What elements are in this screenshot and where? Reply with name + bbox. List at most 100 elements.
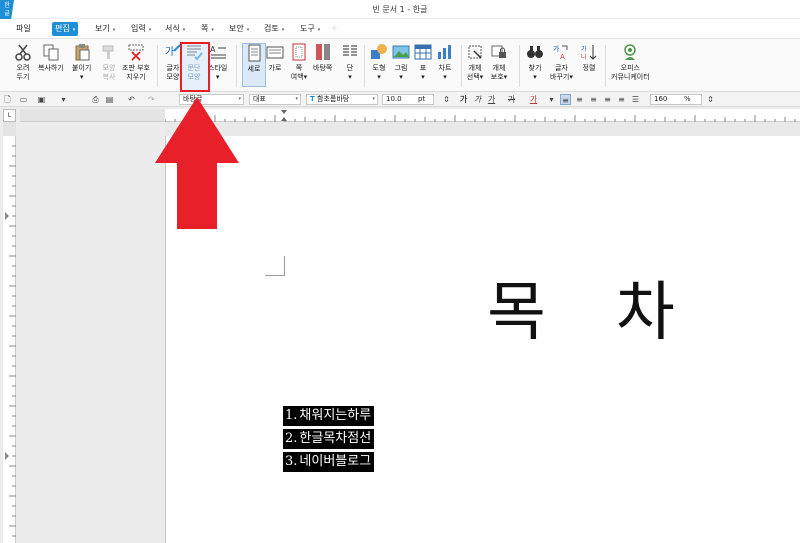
zoom-stepper[interactable]: ⇕ — [705, 94, 716, 105]
chart-icon — [436, 43, 454, 61]
language-select[interactable]: 대표 ▾ — [249, 94, 301, 105]
copy-button[interactable]: 복사하기 — [38, 43, 64, 73]
scissors-icon — [14, 43, 32, 61]
page-margin-icon — [290, 43, 308, 61]
vertical-page-button[interactable]: 세로 — [242, 43, 266, 87]
page-top-gap — [165, 122, 800, 136]
heading-char-1: 목 — [487, 276, 546, 350]
save-dropdown-icon[interactable]: ▾ — [58, 94, 69, 105]
menu-edit[interactable]: 편집 ▾ — [52, 22, 79, 36]
object-select-button[interactable]: 개체 선택▾ — [466, 43, 484, 82]
table-icon — [414, 43, 432, 61]
cut-button[interactable]: 오려 두기 — [14, 43, 32, 82]
font-size-input[interactable]: 10.0 pt — [382, 94, 434, 105]
menu-format[interactable]: 서식 ▾ — [162, 22, 188, 36]
red-arrow-annotation — [155, 97, 239, 229]
copy-icon — [42, 43, 60, 61]
ribbon-separator — [519, 45, 520, 87]
format-toolbar: 🗋 ▭ ▣ ▾ ⎙ ▤ ↶ ↷ 바탕글 ▾ 대표 ▾ T 함초롬바탕 ▾ 10.0 pt… — [0, 92, 800, 107]
horizontal-ruler[interactable] — [164, 109, 800, 122]
italic-button[interactable]: 가 — [472, 94, 483, 105]
strike-button[interactable]: 가 — [506, 94, 517, 105]
chart-button[interactable]: 차트 ▾ — [436, 43, 454, 82]
font-select[interactable]: T 함초롬바탕 ▾ — [306, 94, 378, 105]
svg-text:나: 나 — [581, 53, 587, 61]
align-left-icon[interactable]: ≡ — [574, 94, 585, 105]
print-icon[interactable]: ⎙ — [90, 94, 101, 105]
save-icon[interactable]: ▣ — [36, 94, 47, 105]
office-communicator-button[interactable]: 오피스 커뮤니케이터 — [611, 43, 650, 82]
menu-security[interactable]: 보안 ▾ — [226, 22, 252, 36]
style-icon: A — [209, 43, 227, 61]
columns-button[interactable]: 단 ▾ — [341, 43, 359, 82]
vertical-ruler-margin — [3, 122, 16, 136]
menu-view[interactable]: 보기 ▾ — [92, 22, 118, 36]
format-brush-icon — [100, 43, 118, 61]
line-spacing-icon[interactable]: ☰ — [630, 94, 641, 105]
object-select-icon — [466, 43, 484, 61]
master-page-button[interactable]: 바탕쪽 — [313, 43, 332, 73]
new-doc-icon[interactable]: 🗋 — [2, 94, 13, 105]
master-page-icon — [314, 43, 332, 61]
list-item[interactable]: 1. 채워지는하루 — [283, 406, 375, 429]
binoculars-icon — [526, 43, 544, 61]
picture-button[interactable]: 그림 ▾ — [392, 43, 410, 82]
menu-page[interactable]: 쪽 ▾ — [198, 22, 217, 36]
portrait-page-icon — [245, 44, 263, 62]
paste-button[interactable]: 붙이기 ▾ — [72, 43, 91, 82]
find-button[interactable]: 찾기 ▾ — [526, 43, 544, 82]
sort-button[interactable]: 가나 정렬 — [580, 43, 598, 73]
svg-text:가: 가 — [165, 46, 174, 58]
underline-button[interactable]: 가 — [486, 94, 497, 105]
format-copy-button[interactable]: 모양 복사 — [100, 43, 118, 82]
ribbon-toolbar: 오려두기 복사하기 붙이기▾ 모양복사 조판 부호지우기 가 글자모양 문단모양… — [0, 39, 800, 92]
vertical-ruler[interactable] — [3, 136, 16, 543]
document-page[interactable] — [165, 136, 800, 543]
ruler-tab-selector[interactable]: L — [3, 109, 16, 122]
menu-bar: 파일 편집 ▾ 보기 ▾ 입력 ▾ 서식 ▾ 쪽 ▾ 보안 ▾ 검토 ▾ 도구 ▾ ✧ — [0, 19, 800, 39]
highlight-color-icon[interactable]: ▾ — [546, 94, 557, 105]
replace-icon: 가A — [552, 43, 570, 61]
toc-list[interactable]: 1. 채워지는하루 2. 한글목차점선 3. 네이버블로그 — [283, 406, 375, 475]
table-button[interactable]: 표 ▾ — [414, 43, 432, 82]
clear-format-icon — [127, 43, 145, 61]
list-item[interactable]: 3. 네이버블로그 — [283, 452, 375, 475]
menu-tools[interactable]: 도구 ▾ — [297, 22, 323, 36]
shape-button[interactable]: 도형 ▾ — [370, 43, 388, 82]
picture-icon — [392, 43, 410, 61]
replace-char-button[interactable]: 가A 글자 바꾸기▾ — [550, 43, 573, 82]
style-button[interactable]: A 스타일 ▾ — [208, 43, 227, 82]
font-size-stepper[interactable]: ⇕ — [441, 94, 452, 105]
align-justify-icon[interactable]: ≡ — [560, 94, 571, 105]
title-bar: 한글 빈 문서 1 - 한글 — [0, 0, 800, 19]
shapes-icon — [370, 43, 388, 61]
menu-file[interactable]: 파일 — [13, 22, 34, 36]
ribbon-separator — [364, 45, 365, 87]
horizontal-page-button[interactable]: 가로 — [266, 43, 284, 73]
horizontal-ruler-margin — [20, 109, 165, 122]
bold-button[interactable]: 가 — [458, 94, 469, 105]
ribbon-separator — [605, 45, 606, 87]
align-center-icon[interactable]: ≡ — [588, 94, 599, 105]
font-color-button[interactable]: 가 — [528, 94, 539, 105]
menu-insert[interactable]: 입력 ▾ — [128, 22, 154, 36]
toc-heading[interactable]: 목차 — [487, 277, 675, 349]
undo-icon[interactable]: ↶ — [126, 94, 137, 105]
align-distribute-icon[interactable]: ≡ — [616, 94, 627, 105]
clear-format-button[interactable]: 조판 부호 지우기 — [122, 43, 150, 82]
columns-icon — [341, 43, 359, 61]
object-protect-button[interactable]: 개체 보호▾ — [490, 43, 508, 82]
lock-icon — [490, 43, 508, 61]
align-right-icon[interactable]: ≡ — [602, 94, 613, 105]
preview-icon[interactable]: ▤ — [104, 94, 115, 105]
ribbon-separator — [157, 45, 158, 87]
page-margin-button[interactable]: 쪽 여백▾ — [290, 43, 308, 82]
page-margin-corner — [265, 256, 285, 276]
settings-icon[interactable]: ✧ — [328, 22, 341, 36]
svg-text:가: 가 — [553, 44, 560, 53]
zoom-input[interactable]: 160% — [650, 94, 702, 105]
list-item[interactable]: 2. 한글목차점선 — [283, 429, 375, 452]
sort-icon: 가나 — [580, 43, 598, 61]
menu-review[interactable]: 검토 ▾ — [261, 22, 287, 36]
open-folder-icon[interactable]: ▭ — [18, 94, 29, 105]
